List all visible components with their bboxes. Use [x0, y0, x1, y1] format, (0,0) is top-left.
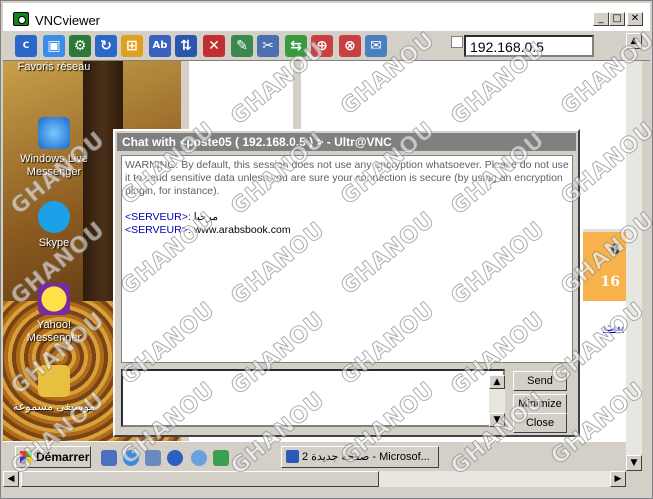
skype-icon: [38, 201, 70, 233]
chat-icon[interactable]: ✉: [365, 35, 387, 57]
transfer-icon[interactable]: ⇅: [175, 35, 197, 57]
vertical-scrollbar[interactable]: ▲ ▼: [626, 33, 642, 471]
vnc-viewer-window: VNCviewer _ □ ✕ C ▣ ⚙ ↻ ⊞ Ab ⇅ ✕ ✎ ✂ ⇆ ⊕…: [0, 0, 653, 499]
desktop-icon-network-favorites[interactable]: Favoris réseau: [9, 61, 99, 74]
chat-title-bar[interactable]: Chat with <poste05 ( 192.168.0.5 ) > - U…: [117, 133, 576, 151]
chat-log[interactable]: WARNING: By default, this session does n…: [121, 155, 573, 363]
explorer-quicklaunch-icon[interactable]: [145, 450, 161, 466]
desktop-icon-yahoo-messenger[interactable]: Yahoo! Messenger: [9, 283, 99, 345]
encryption-warning: WARNING: By default, this session does n…: [125, 159, 569, 197]
desktop-icon-label: موسيقى مسموعة: [12, 401, 96, 413]
chat-message: <SERVEUR>: www.arabsbook.com: [125, 224, 291, 236]
title-bar[interactable]: VNCviewer _ □ ✕: [3, 3, 650, 31]
desktop-icon-skype[interactable]: Skype: [9, 201, 99, 250]
scroll-left-button[interactable]: ◀: [3, 471, 19, 487]
cad-icon[interactable]: C: [15, 35, 37, 57]
minimize-button[interactable]: _: [593, 12, 609, 26]
stop-icon[interactable]: ✕: [203, 35, 225, 57]
desktop-icon-windows-live-messenger[interactable]: Windows Live Messenger: [9, 117, 99, 179]
remote-link[interactable]: بيت: [603, 319, 625, 335]
scroll-down-button[interactable]: ▼: [626, 455, 642, 471]
connect-checkbox[interactable]: [451, 36, 463, 48]
filetransfer-icon[interactable]: ✂: [257, 35, 279, 57]
messenger-quicklaunch-icon[interactable]: [191, 450, 207, 466]
network-icon[interactable]: ⊕: [311, 35, 333, 57]
desktop-quicklaunch-icon[interactable]: [101, 450, 117, 466]
chat-input-scrollbar[interactable]: ▲ ▼: [489, 375, 505, 427]
taskbar-task-frontpage[interactable]: 2 صفحة جديدة - Microsof...: [281, 446, 439, 468]
ie-quicklaunch-icon[interactable]: [123, 450, 139, 466]
horizontal-scrollbar[interactable]: ◀ ▶: [3, 471, 626, 487]
desktop-icon-label: Skype: [38, 237, 70, 249]
desktop-icon-label: Yahoo! Messenger: [26, 319, 82, 344]
messenger-icon: [38, 117, 70, 149]
chat-dialog: Chat with <poste05 ( 192.168.0.5 ) > - U…: [113, 129, 580, 437]
desktop-icon-label: Favoris réseau: [17, 61, 91, 73]
scroll-up-button[interactable]: ▲: [626, 33, 642, 49]
desktop-icon-label: Windows Live Messenger: [20, 153, 88, 178]
refresh-icon[interactable]: ↻: [95, 35, 117, 57]
windows-icon[interactable]: ⊞: [121, 35, 143, 57]
chat-sender: <SERVEUR>: [125, 211, 188, 223]
chat-scroll-up-button[interactable]: ▲: [489, 375, 505, 389]
chat-sender: <SERVEUR>: [125, 224, 188, 236]
yahoo-icon: [38, 283, 70, 315]
start-button[interactable]: Démarrer: [15, 446, 91, 468]
remote-number-1: 6: [610, 242, 620, 258]
zoom-icon[interactable]: ⇆: [285, 35, 307, 57]
address-input[interactable]: 192.168.0.5: [464, 35, 594, 57]
window-title: VNCviewer: [35, 13, 101, 28]
chat-message-input[interactable]: [121, 369, 505, 427]
remote-orange-panel: 6 16: [583, 229, 626, 301]
vnc-eye-icon: [13, 12, 29, 26]
fullscreen-icon[interactable]: ▣: [43, 35, 65, 57]
chat-scroll-down-button[interactable]: ▼: [489, 413, 505, 427]
send-button[interactable]: Send: [513, 371, 567, 391]
chat-text: www.arabsbook.com: [193, 224, 291, 236]
remote-taskbar: Démarrer 2 صفحة جديدة - Microsof...: [3, 441, 626, 471]
maximize-button[interactable]: □: [609, 12, 625, 26]
close-button[interactable]: ✕: [627, 12, 643, 26]
chat-close-button[interactable]: Close: [513, 413, 567, 433]
desktop-icon-music-folder[interactable]: موسيقى مسموعة: [9, 365, 99, 414]
horizontal-scroll-thumb[interactable]: [21, 471, 379, 487]
folder-icon: [38, 365, 70, 397]
tools-icon[interactable]: ✎: [231, 35, 253, 57]
media-player-icon[interactable]: [167, 450, 183, 466]
chat-message: <SERVEUR>: مرحبا: [125, 211, 218, 223]
users-quicklaunch-icon[interactable]: [213, 450, 229, 466]
scroll-right-button[interactable]: ▶: [610, 471, 626, 487]
abc-icon[interactable]: Ab: [149, 35, 171, 57]
options-icon[interactable]: ⚙: [69, 35, 91, 57]
remote-number-2: 16: [600, 274, 620, 290]
record-icon[interactable]: ⊗: [339, 35, 361, 57]
chat-text: مرحبا: [193, 211, 218, 223]
chat-minimize-button[interactable]: Minimize: [513, 394, 567, 414]
